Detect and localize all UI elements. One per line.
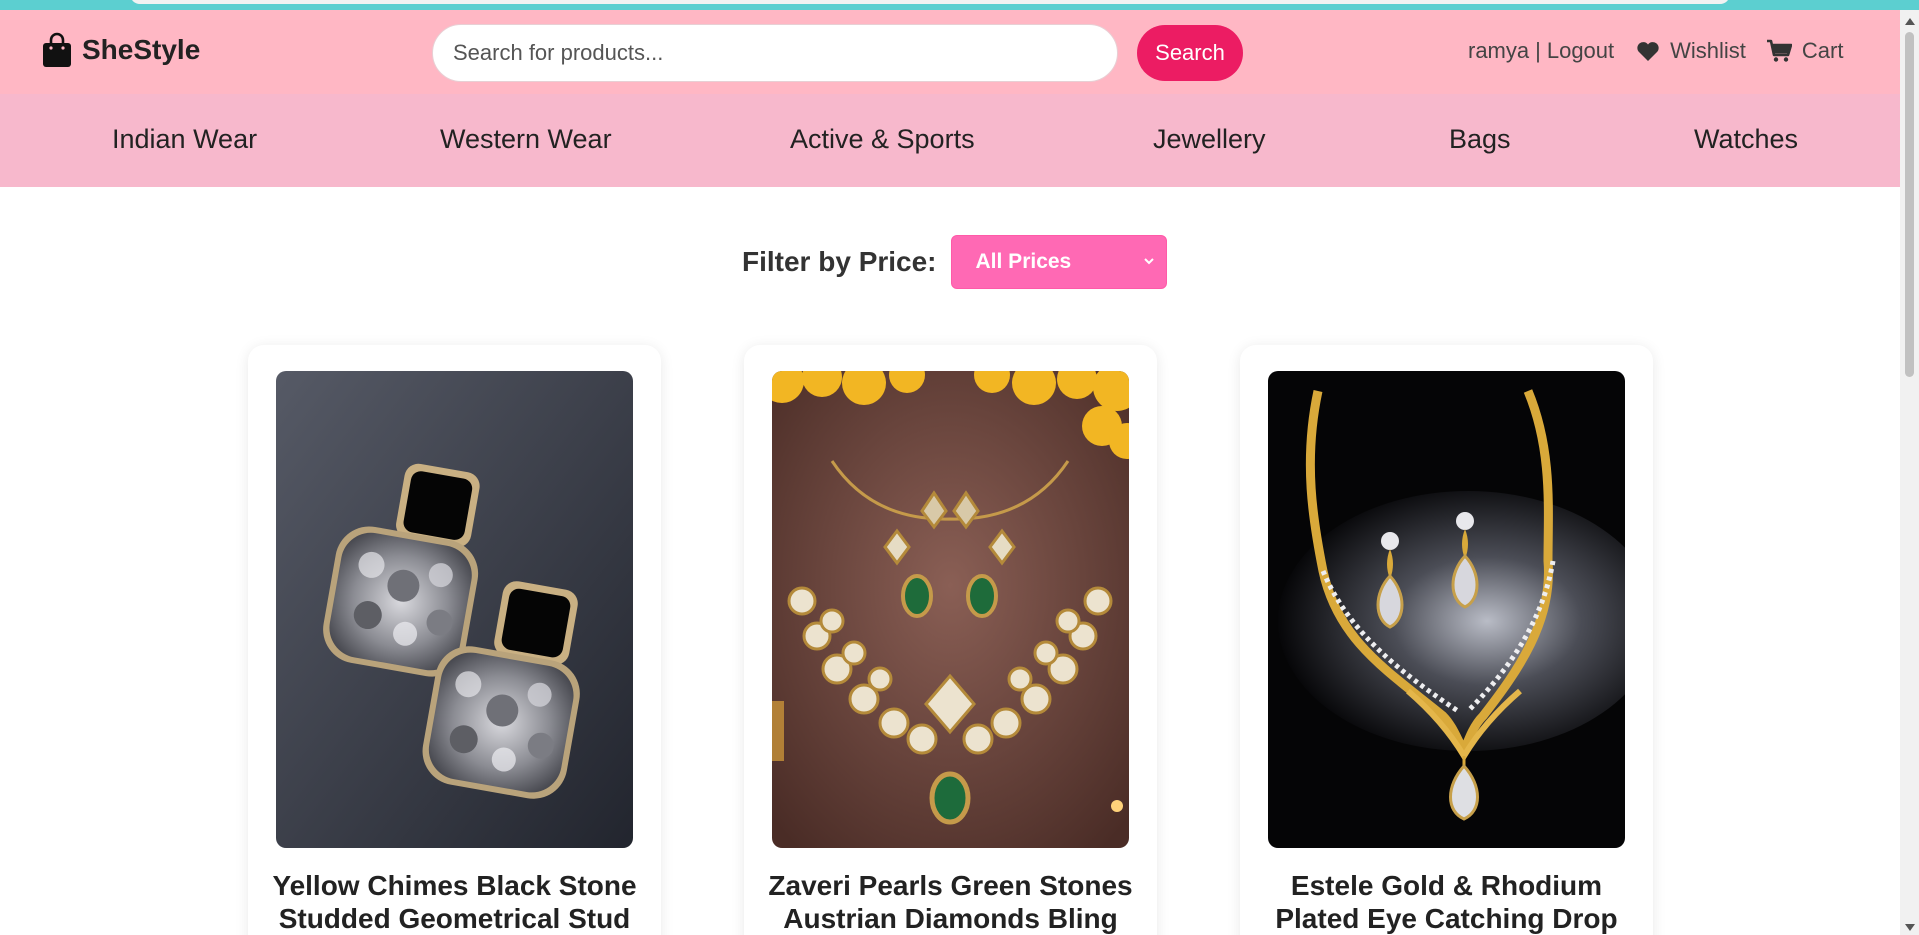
search-button[interactable]: Search bbox=[1137, 25, 1243, 81]
nav-item-active-sports[interactable]: Active & Sports bbox=[790, 124, 975, 155]
cart-label: Cart bbox=[1801, 38, 1844, 63]
site-header: SheStyle Search ramya | Logout Wishlist … bbox=[0, 10, 1900, 94]
category-nav: Indian Wear Western Wear Active & Sports… bbox=[0, 94, 1900, 187]
wishlist-label: Wishlist bbox=[1670, 38, 1746, 63]
product-card[interactable]: Zaveri Pearls Green Stones Austrian Diam… bbox=[744, 345, 1157, 935]
logout-link[interactable]: Logout bbox=[1547, 38, 1614, 64]
scroll-up-icon[interactable] bbox=[1905, 18, 1915, 25]
user-links: ramya | Logout Wishlist Cart bbox=[1468, 38, 1900, 64]
nav-item-watches[interactable]: Watches bbox=[1694, 124, 1798, 155]
product-title[interactable]: Zaveri Pearls Green Stones Austrian Diam… bbox=[762, 869, 1139, 935]
shopping-bag-icon bbox=[43, 32, 71, 67]
page-scrollbar[interactable] bbox=[1900, 10, 1919, 935]
earrings-image bbox=[276, 371, 633, 848]
user-separator: | bbox=[1535, 38, 1541, 63]
browser-tab-edge bbox=[130, 0, 1730, 4]
cart-link[interactable]: Cart bbox=[1766, 38, 1844, 64]
scroll-down-icon[interactable] bbox=[1905, 924, 1915, 931]
product-image[interactable] bbox=[772, 371, 1129, 848]
search-input[interactable] bbox=[432, 24, 1118, 82]
brand-logo[interactable]: SheStyle bbox=[42, 32, 200, 68]
product-title[interactable]: Yellow Chimes Black Stone Studded Geomet… bbox=[266, 869, 643, 935]
price-filter-value: All Prices bbox=[975, 250, 1072, 273]
product-card[interactable]: Yellow Chimes Black Stone Studded Geomet… bbox=[248, 345, 661, 935]
product-image[interactable] bbox=[276, 371, 633, 848]
product-title[interactable]: Estele Gold & Rhodium Plated Eye Catchin… bbox=[1258, 869, 1635, 935]
product-card[interactable]: Estele Gold & Rhodium Plated Eye Catchin… bbox=[1240, 345, 1653, 935]
drop-necklace-image bbox=[1268, 371, 1625, 848]
chevron-down-icon bbox=[1143, 258, 1154, 265]
cart-icon bbox=[1766, 39, 1792, 62]
browser-top-strip bbox=[0, 0, 1919, 10]
scrollbar-thumb[interactable] bbox=[1905, 32, 1914, 377]
nav-item-indian-wear[interactable]: Indian Wear bbox=[112, 124, 257, 155]
brand-name: SheStyle bbox=[82, 34, 201, 65]
price-filter: Filter by Price: All Prices bbox=[742, 235, 1167, 289]
nav-item-western-wear[interactable]: Western Wear bbox=[440, 124, 612, 155]
nav-item-bags[interactable]: Bags bbox=[1449, 124, 1511, 155]
product-image[interactable] bbox=[1268, 371, 1625, 848]
wishlist-link[interactable]: Wishlist bbox=[1636, 38, 1746, 64]
heart-icon bbox=[1637, 41, 1659, 61]
necklace-set-image bbox=[772, 371, 1129, 848]
username-link[interactable]: ramya bbox=[1468, 38, 1529, 64]
price-filter-select[interactable]: All Prices bbox=[950, 235, 1167, 289]
nav-item-jewellery[interactable]: Jewellery bbox=[1153, 124, 1266, 155]
filter-label: Filter by Price: bbox=[742, 246, 937, 277]
